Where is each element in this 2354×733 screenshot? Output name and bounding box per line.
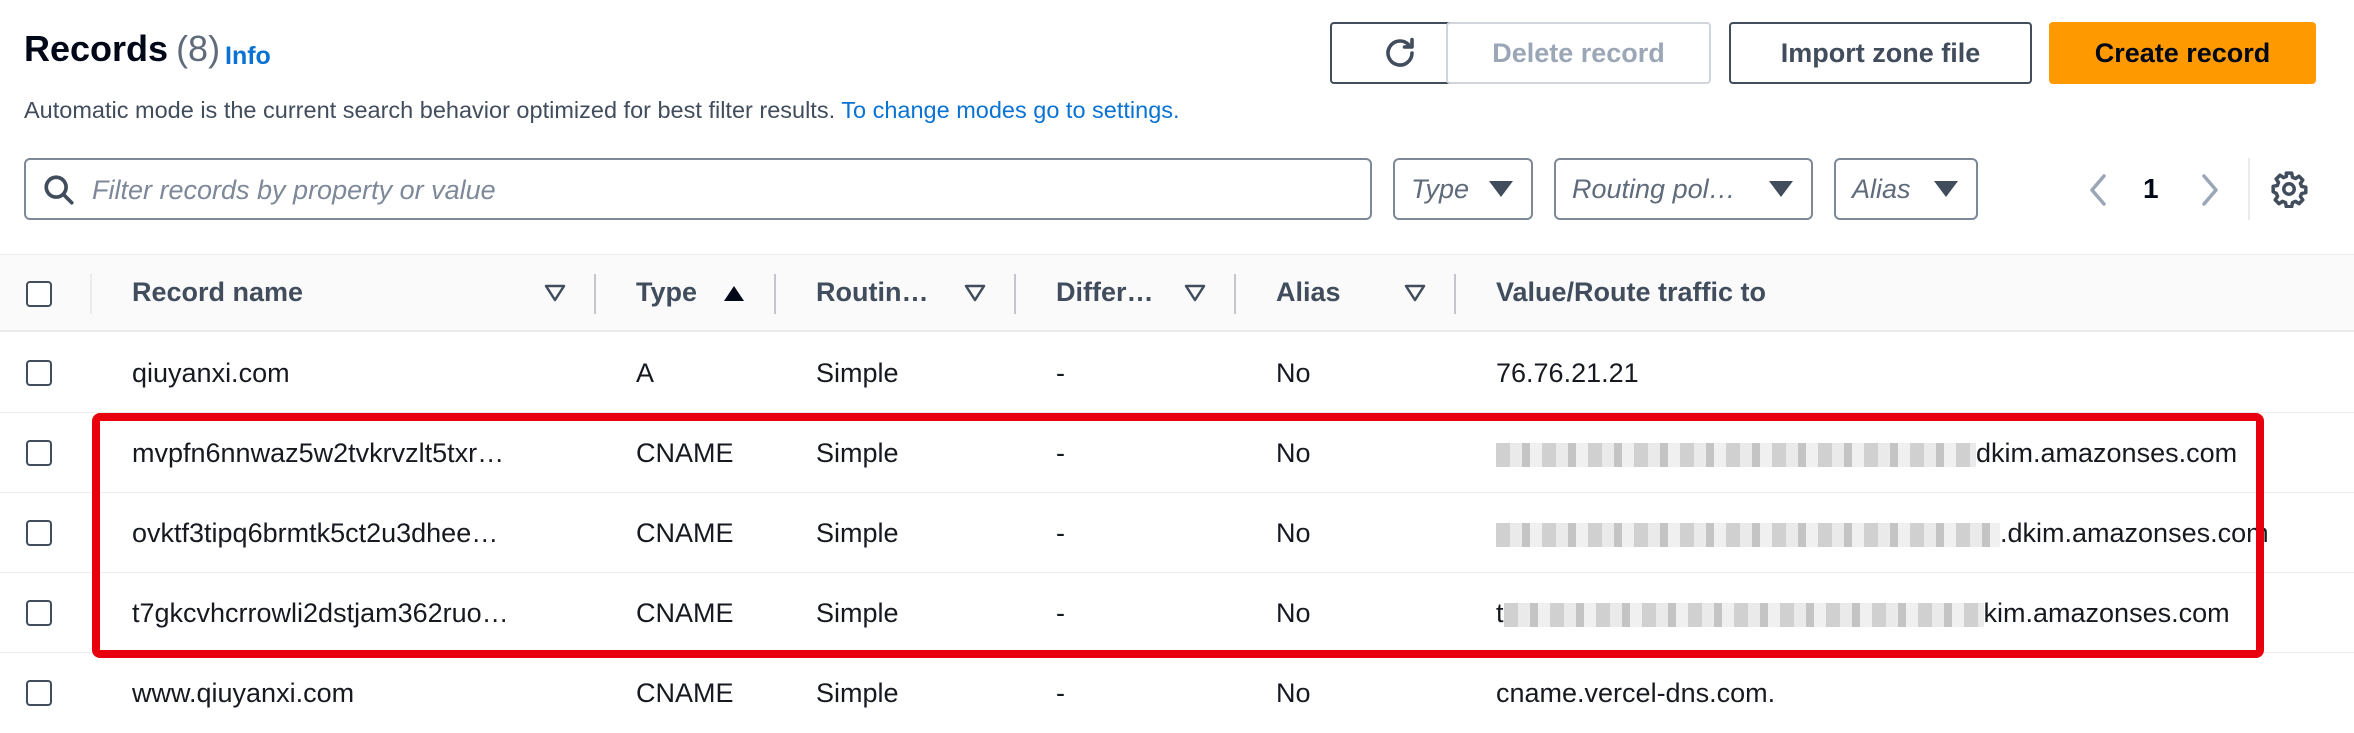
gear-icon[interactable] <box>2270 170 2308 208</box>
column-header-alias[interactable]: Alias <box>1276 277 1341 308</box>
page-title-text: Records <box>24 28 169 69</box>
sort-ascending-icon[interactable] <box>722 283 746 303</box>
row-checkbox[interactable] <box>26 680 52 706</box>
search-input[interactable] <box>90 160 1354 220</box>
routing-cell: Simple <box>816 598 899 628</box>
column-divider[interactable] <box>774 274 776 314</box>
search-icon <box>44 175 74 205</box>
next-page-icon[interactable] <box>2194 172 2224 208</box>
search-box[interactable] <box>24 158 1372 220</box>
routing-filter-label: Routing pol… <box>1572 173 1736 204</box>
differentiator-cell: - <box>1056 518 1065 548</box>
caret-down-icon <box>1934 181 1958 197</box>
value-suffix: .dkim.amazonses.com <box>2000 518 2269 548</box>
refresh-icon <box>1386 37 1414 67</box>
previous-page-icon[interactable] <box>2084 172 2114 208</box>
record-name-cell: mvpfn6nnwaz5w2tvkrvzlt5txr… <box>132 438 505 468</box>
column-divider[interactable] <box>1234 274 1236 314</box>
value-cell: 76.76.21.21 <box>1496 358 1639 388</box>
caret-down-icon <box>1489 181 1513 197</box>
select-all-checkbox[interactable] <box>26 281 52 307</box>
alias-cell: No <box>1276 598 1311 628</box>
table-row[interactable]: t7gkcvhcrrowli2dstjam362ruo… CNAME Simpl… <box>0 573 2354 653</box>
column-divider <box>90 274 92 314</box>
column-header-type[interactable]: Type <box>636 277 697 308</box>
value-prefix: t <box>1496 598 1504 628</box>
redacted-value <box>1503 602 1984 627</box>
delete-record-button[interactable]: Delete record <box>1446 22 1711 84</box>
type-cell: A <box>636 358 655 388</box>
alias-filter-label: Alias <box>1852 173 1911 204</box>
info-link[interactable]: Info <box>225 42 271 71</box>
row-checkbox[interactable] <box>26 520 52 546</box>
routing-cell: Simple <box>816 678 899 708</box>
settings-link[interactable]: To change modes go to settings. <box>841 97 1179 123</box>
differentiator-cell: - <box>1056 438 1065 468</box>
value-cell: t kim.amazonses.com <box>1496 598 2230 629</box>
record-name-cell: t7gkcvhcrrowli2dstjam362ruo… <box>132 598 509 628</box>
alias-cell: No <box>1276 438 1311 468</box>
column-divider[interactable] <box>1454 274 1456 314</box>
type-filter-label: Type <box>1411 173 1470 204</box>
sort-neutral-icon[interactable] <box>963 283 987 303</box>
table-row[interactable]: mvpfn6nnwaz5w2tvkrvzlt5txr… CNAME Simple… <box>0 413 2354 493</box>
row-checkbox[interactable] <box>26 600 52 626</box>
value-cell: cname.vercel-dns.com. <box>1496 678 1776 708</box>
value-suffix: dkim.amazonses.com <box>1976 438 2238 468</box>
type-filter-dropdown[interactable]: Type <box>1393 158 1533 220</box>
routing-cell: Simple <box>816 358 899 388</box>
alias-cell: No <box>1276 678 1311 708</box>
column-header-value: Value/Route traffic to <box>1496 277 1767 307</box>
value-cell: .dkim.amazonses.com <box>1496 518 2269 549</box>
description-text: Automatic mode is the current search beh… <box>24 97 836 123</box>
row-checkbox[interactable] <box>26 360 52 386</box>
routing-cell: Simple <box>816 438 899 468</box>
sort-neutral-icon[interactable] <box>1183 283 1207 303</box>
column-header-routing-policy[interactable]: Routin… <box>816 277 928 308</box>
record-count: (8) <box>176 28 221 69</box>
column-divider[interactable] <box>594 274 596 314</box>
differentiator-cell: - <box>1056 358 1065 388</box>
sort-neutral-icon[interactable] <box>543 283 567 303</box>
differentiator-cell: - <box>1056 678 1065 708</box>
alias-cell: No <box>1276 358 1311 388</box>
value-suffix: kim.amazonses.com <box>1983 598 2230 628</box>
table-row[interactable]: www.qiuyanxi.com CNAME Simple - No cname… <box>0 653 2354 733</box>
type-cell: CNAME <box>636 598 734 628</box>
routing-policy-filter-dropdown[interactable]: Routing pol… <box>1554 158 1813 220</box>
import-zone-file-button[interactable]: Import zone file <box>1729 22 2032 84</box>
alias-filter-dropdown[interactable]: Alias <box>1834 158 1978 220</box>
column-header-differentiator[interactable]: Differ… <box>1056 277 1154 308</box>
sort-neutral-icon[interactable] <box>1403 283 1427 303</box>
search-mode-description: Automatic mode is the current search beh… <box>24 97 1180 124</box>
alias-cell: No <box>1276 518 1311 548</box>
type-cell: CNAME <box>636 438 734 468</box>
current-page-number[interactable]: 1 <box>2143 173 2159 205</box>
value-cell: dkim.amazonses.com <box>1496 438 2237 469</box>
type-cell: CNAME <box>636 518 734 548</box>
type-cell: CNAME <box>636 678 734 708</box>
column-divider[interactable] <box>1014 274 1016 314</box>
redacted-value <box>1496 442 1976 467</box>
row-checkbox[interactable] <box>26 440 52 466</box>
record-name-cell: ovktf3tipq6brmtk5ct2u3dhee… <box>132 518 499 548</box>
column-header-record-name[interactable]: Record name <box>132 277 303 308</box>
table-row[interactable]: ovktf3tipq6brmtk5ct2u3dhee… CNAME Simple… <box>0 493 2354 573</box>
routing-cell: Simple <box>816 518 899 548</box>
table-header <box>0 254 2354 332</box>
redacted-value <box>1496 522 2000 547</box>
divider <box>2248 158 2250 220</box>
record-name-cell: qiuyanxi.com <box>132 358 290 388</box>
create-record-button[interactable]: Create record <box>2049 22 2316 84</box>
record-name-cell: www.qiuyanxi.com <box>132 678 355 708</box>
page-title: Records (8) <box>24 28 220 70</box>
differentiator-cell: - <box>1056 598 1065 628</box>
table-row[interactable]: qiuyanxi.com A Simple - No 76.76.21.21 <box>0 333 2354 413</box>
caret-down-icon <box>1769 181 1793 197</box>
